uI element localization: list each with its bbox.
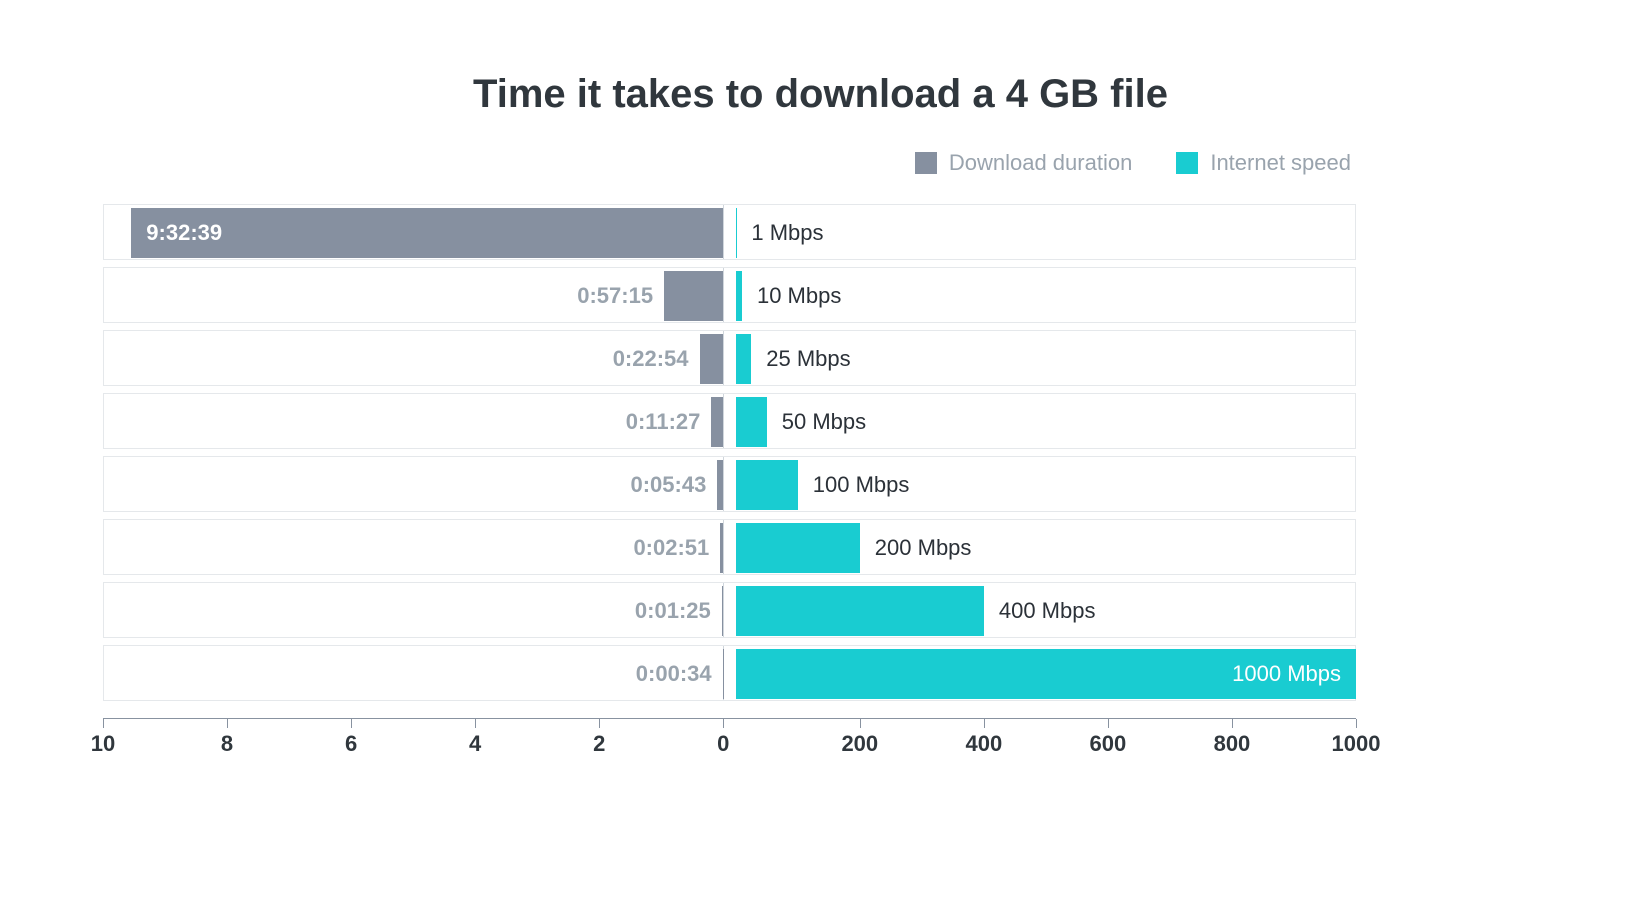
speed-label: 200 Mbps bbox=[875, 520, 972, 576]
speed-label: 50 Mbps bbox=[782, 394, 866, 450]
legend-label-speed: Internet speed bbox=[1210, 150, 1351, 176]
axis-tick-label: 1000 bbox=[1332, 731, 1381, 757]
speed-bar bbox=[736, 460, 798, 510]
duration-bar bbox=[717, 460, 723, 510]
duration-label: 0:11:27 bbox=[626, 394, 701, 450]
table-row: 0:11:27 50 Mbps bbox=[103, 393, 1356, 449]
axis-tick-label: 4 bbox=[469, 731, 481, 757]
duration-bar bbox=[700, 334, 724, 384]
center-divider bbox=[723, 268, 724, 322]
duration-bar bbox=[723, 649, 724, 699]
axis-tick bbox=[1232, 719, 1233, 728]
duration-bar bbox=[664, 271, 723, 321]
axis-tick-label: 8 bbox=[221, 731, 233, 757]
axis-tick bbox=[599, 719, 600, 728]
speed-bar bbox=[736, 523, 860, 573]
speed-label: 1000 Mbps bbox=[1232, 646, 1341, 702]
speed-bar bbox=[736, 271, 742, 321]
axis-tick-label: 10 bbox=[91, 731, 115, 757]
center-divider bbox=[723, 583, 724, 637]
axis-tick bbox=[351, 719, 352, 728]
axis-tick bbox=[1108, 719, 1109, 728]
duration-bar bbox=[720, 523, 723, 573]
axis-tick bbox=[227, 719, 228, 728]
table-row: 0:05:43 100 Mbps bbox=[103, 456, 1356, 512]
duration-label: 0:02:51 bbox=[633, 520, 709, 576]
axis-tick-label: 200 bbox=[841, 731, 878, 757]
axis-tick-label: 2 bbox=[593, 731, 605, 757]
speed-label: 400 Mbps bbox=[999, 583, 1096, 639]
legend-swatch-speed bbox=[1176, 152, 1198, 174]
center-divider bbox=[723, 520, 724, 574]
duration-label: 0:22:54 bbox=[613, 331, 689, 387]
duration-label: 0:57:15 bbox=[577, 268, 653, 324]
plot-area: 9:32:39 1 Mbps 0:57:15 10 Mbps 0:22:54 25 Mbp… bbox=[103, 204, 1356, 718]
speed-label: 25 Mbps bbox=[766, 331, 850, 387]
center-divider bbox=[723, 205, 724, 259]
axis-tick-label: 600 bbox=[1090, 731, 1127, 757]
duration-label: 0:05:43 bbox=[630, 457, 706, 513]
chart-title: Time it takes to download a 4 GB file bbox=[0, 72, 1641, 117]
legend-label-duration: Download duration bbox=[949, 150, 1132, 176]
axis-tick bbox=[723, 719, 724, 728]
legend-swatch-duration bbox=[915, 152, 937, 174]
table-row: 0:02:51 200 Mbps bbox=[103, 519, 1356, 575]
x-axis: 10864202004006008001000 bbox=[103, 718, 1356, 759]
duration-bar bbox=[722, 586, 723, 636]
axis-tick bbox=[984, 719, 985, 728]
axis-tick-label: 0 bbox=[717, 731, 729, 757]
table-row: 0:00:34 1000 Mbps bbox=[103, 645, 1356, 701]
duration-label: 9:32:39 bbox=[146, 205, 222, 261]
axis-tick-label: 800 bbox=[1214, 731, 1251, 757]
duration-label: 0:00:34 bbox=[636, 646, 712, 702]
axis-tick bbox=[103, 719, 104, 728]
center-divider bbox=[723, 394, 724, 448]
legend-item-speed: Internet speed bbox=[1176, 150, 1351, 176]
speed-label: 100 Mbps bbox=[813, 457, 910, 513]
chart-container: Time it takes to download a 4 GB file Do… bbox=[0, 0, 1641, 919]
axis-tick bbox=[475, 719, 476, 728]
axis-tick-label: 400 bbox=[965, 731, 1002, 757]
axis-tick-label: 6 bbox=[345, 731, 357, 757]
table-row: 0:01:25 400 Mbps bbox=[103, 582, 1356, 638]
center-divider bbox=[723, 646, 724, 700]
duration-label: 0:01:25 bbox=[635, 583, 711, 639]
legend-item-duration: Download duration bbox=[915, 150, 1132, 176]
duration-bar bbox=[711, 397, 723, 447]
axis-tick bbox=[860, 719, 861, 728]
speed-bar bbox=[736, 397, 767, 447]
axis-tick bbox=[1356, 719, 1357, 728]
center-divider bbox=[723, 457, 724, 511]
speed-label: 1 Mbps bbox=[751, 205, 823, 261]
table-row: 0:22:54 25 Mbps bbox=[103, 330, 1356, 386]
speed-bar bbox=[736, 586, 984, 636]
table-row: 9:32:39 1 Mbps bbox=[103, 204, 1356, 260]
legend: Download duration Internet speed bbox=[915, 150, 1351, 176]
table-row: 0:57:15 10 Mbps bbox=[103, 267, 1356, 323]
speed-bar bbox=[736, 208, 737, 258]
center-divider bbox=[723, 331, 724, 385]
speed-bar bbox=[736, 334, 752, 384]
speed-label: 10 Mbps bbox=[757, 268, 841, 324]
